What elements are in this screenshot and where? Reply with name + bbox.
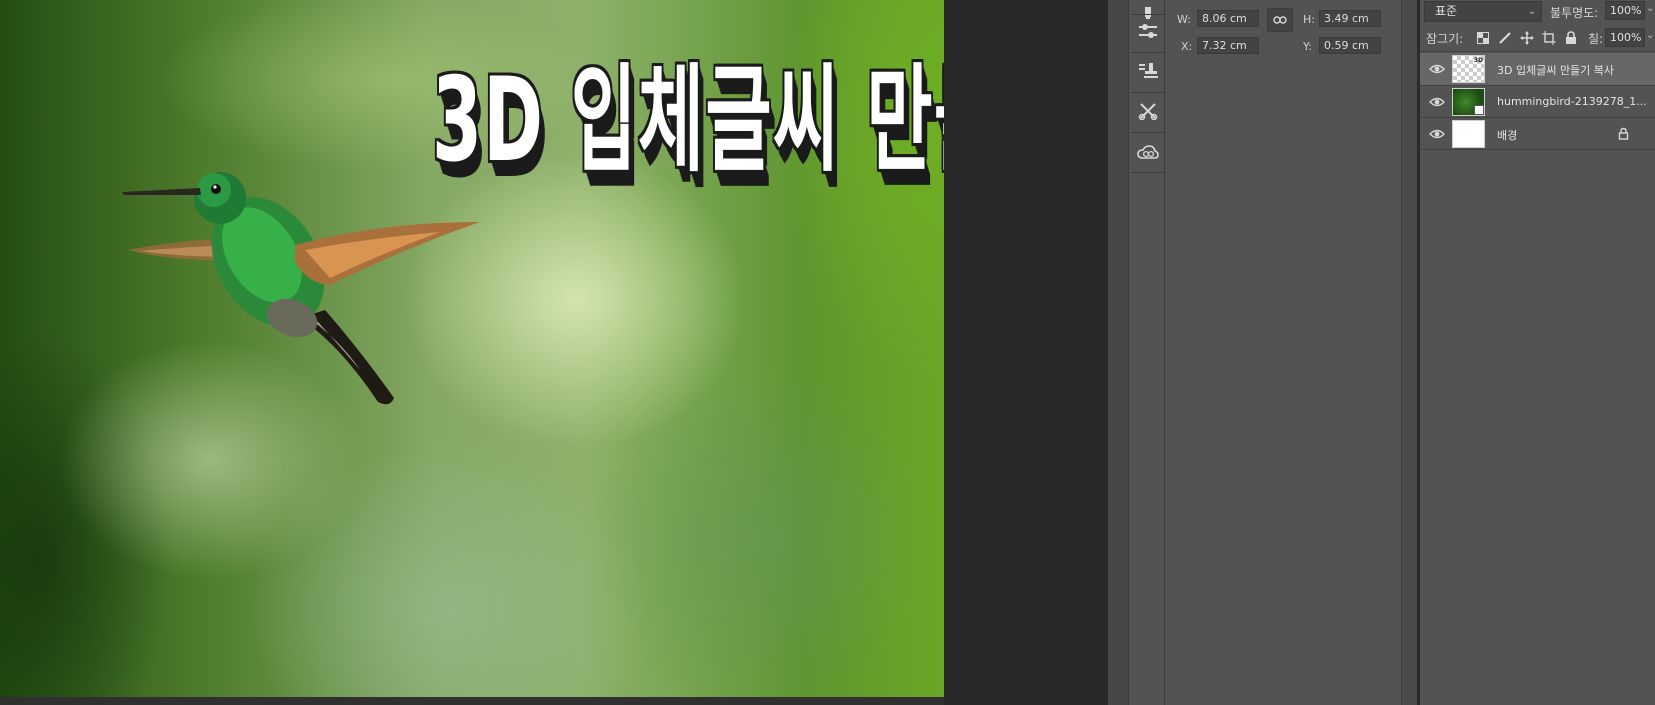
layer-thumbnail xyxy=(1452,120,1485,148)
layer-thumbnail: 3D xyxy=(1452,55,1485,83)
panel-icon-dock xyxy=(1128,0,1165,705)
fill-chevron-icon[interactable]: ⌄ xyxy=(1646,30,1654,41)
document-canvas-area[interactable]: 3D 입체글씨 만들기 xyxy=(0,0,1108,705)
height-label: H: xyxy=(1303,13,1315,26)
layer-name[interactable]: hummingbird-2139278_1... xyxy=(1497,95,1647,108)
properties-panel xyxy=(1165,0,1401,705)
fill-input[interactable]: 100% xyxy=(1605,28,1645,47)
lock-all-icon[interactable] xyxy=(1562,29,1580,47)
fill-label: 칠: xyxy=(1588,32,1604,46)
width-label: W: xyxy=(1177,13,1191,26)
visibility-eye-icon[interactable] xyxy=(1429,95,1445,109)
x-label: X: xyxy=(1181,40,1193,53)
visibility-eye-icon[interactable] xyxy=(1429,127,1445,141)
stamp-icon[interactable] xyxy=(1133,56,1162,86)
link-dimensions-button[interactable] xyxy=(1267,8,1293,32)
height-input[interactable]: 3.49 cm xyxy=(1319,10,1381,27)
y-label: Y: xyxy=(1303,40,1312,53)
headline-3d-text[interactable]: 3D 입체글씨 만들기 xyxy=(432,26,944,194)
lock-options xyxy=(1474,29,1580,47)
adjust-sliders-icon[interactable] xyxy=(1133,16,1162,46)
panel-collapse-strip xyxy=(1108,0,1128,705)
lock-artboard-icon[interactable] xyxy=(1540,29,1558,47)
tools-icon[interactable] xyxy=(1133,96,1162,126)
canvas-image[interactable]: 3D 입체글씨 만들기 xyxy=(0,0,944,697)
lock-transparent-pixels-icon[interactable] xyxy=(1474,29,1492,47)
creative-cloud-icon[interactable] xyxy=(1133,138,1162,168)
opacity-label: 불투명도: xyxy=(1550,6,1599,20)
blend-mode-value: 표준 xyxy=(1435,4,1458,18)
visibility-eye-icon[interactable] xyxy=(1429,62,1445,76)
smart-object-badge-icon xyxy=(1474,105,1484,115)
layer-row-background[interactable]: 배경 xyxy=(1420,118,1655,150)
lock-label: 잠그기: xyxy=(1426,32,1464,46)
layer-row-text-copy[interactable]: 3D 3D 입체글씨 만들기 복사 xyxy=(1420,53,1655,85)
properties-scrollbar[interactable] xyxy=(1401,0,1417,705)
x-position-input[interactable]: 7.32 cm xyxy=(1197,37,1259,54)
layer-name[interactable]: 배경 xyxy=(1497,127,1517,143)
y-position-input[interactable]: 0.59 cm xyxy=(1319,37,1381,54)
blend-mode-select[interactable]: 표준 ⌄ xyxy=(1424,1,1542,22)
chevron-down-icon: ⌄ xyxy=(1527,6,1536,17)
lock-position-icon[interactable] xyxy=(1518,29,1536,47)
link-icon xyxy=(1273,16,1287,24)
width-input[interactable]: 8.06 cm xyxy=(1197,10,1259,27)
thumbnail-text: 3D xyxy=(1473,57,1483,64)
lock-image-pixels-icon[interactable] xyxy=(1496,29,1514,47)
opacity-input[interactable]: 100% xyxy=(1605,1,1645,20)
layer-lock-icon xyxy=(1618,127,1629,140)
opacity-chevron-icon[interactable]: ⌄ xyxy=(1646,3,1654,14)
layer-thumbnail xyxy=(1452,88,1485,116)
layer-row-hummingbird[interactable]: hummingbird-2139278_1... xyxy=(1420,86,1655,118)
canvas-bottom-edge xyxy=(0,697,944,705)
layer-name[interactable]: 3D 입체글씨 만들기 복사 xyxy=(1497,62,1614,78)
